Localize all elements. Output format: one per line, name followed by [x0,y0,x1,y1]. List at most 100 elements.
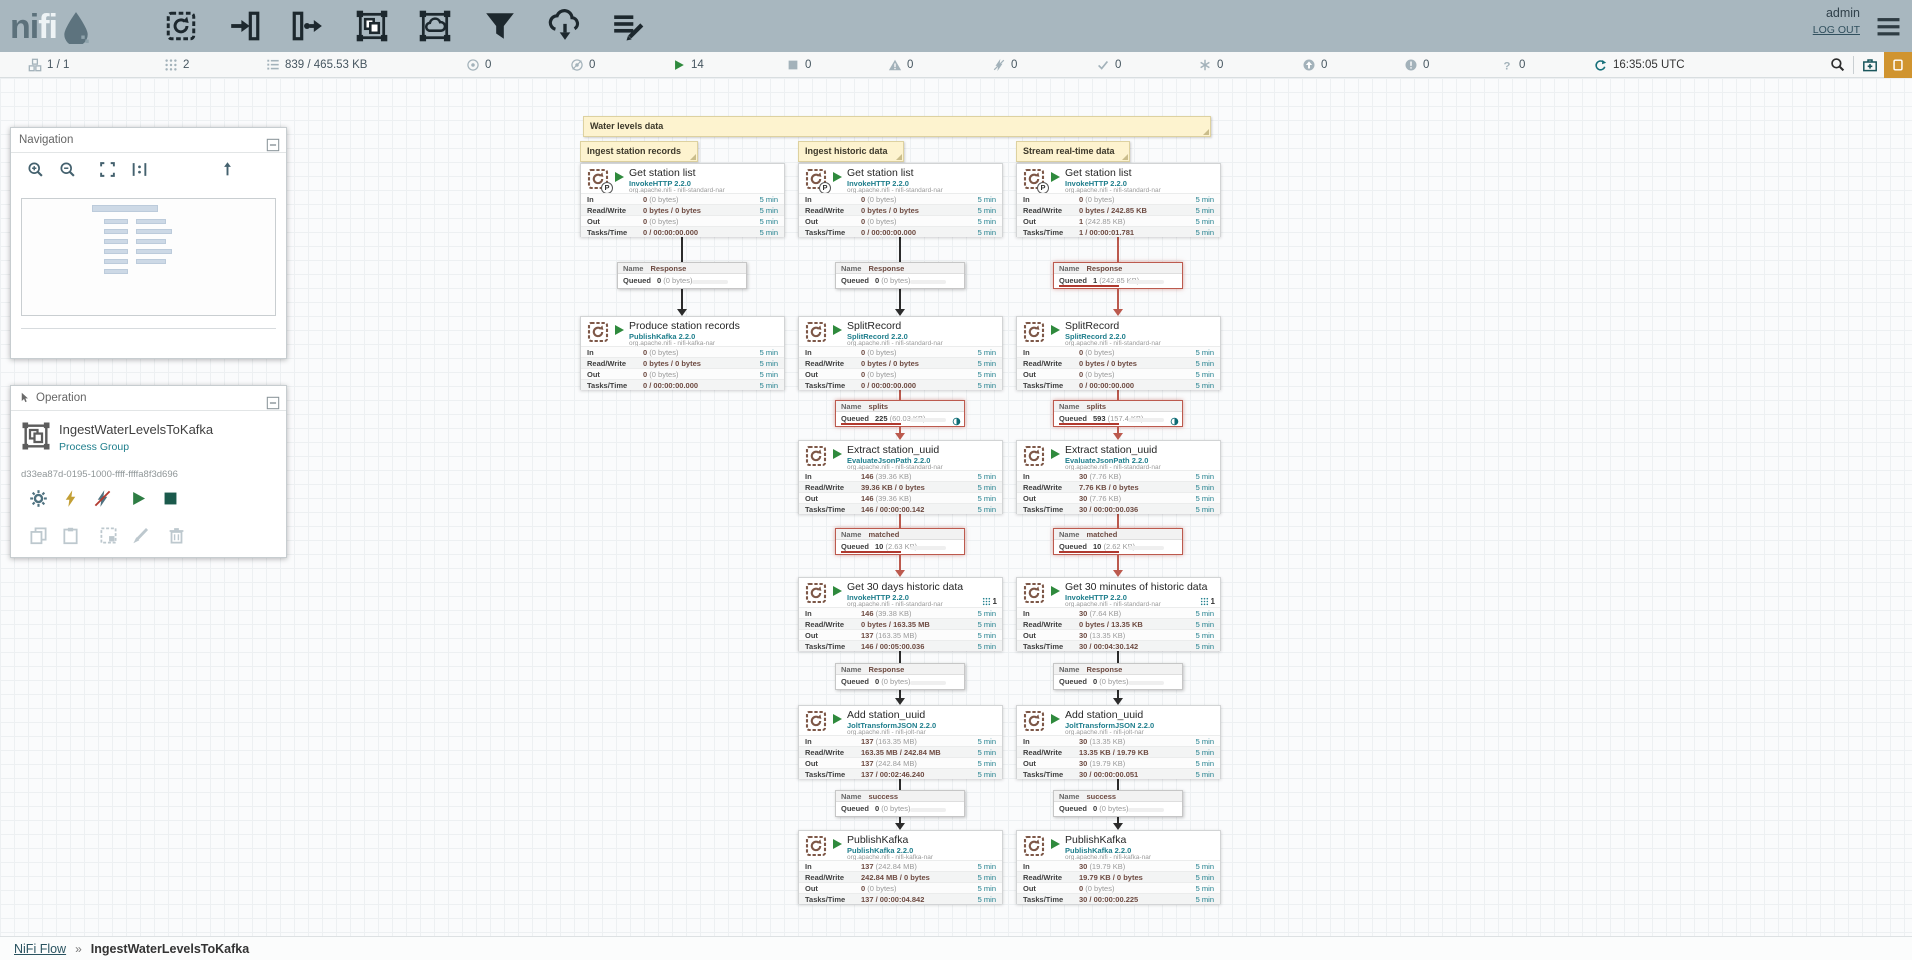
processor-node[interactable]: Extract station_uuid EvaluateJsonPath 2.… [1016,440,1221,514]
connection-label[interactable]: Namematched Queued 10 (2.63 KB) [835,528,965,555]
queued-count: 593 [1093,414,1106,423]
connection-label[interactable]: Namesplits Queued 225 (60.03 KB) [835,400,965,427]
divider [1853,56,1854,74]
zoom-out-button[interactable] [59,161,76,179]
connection-label[interactable]: NameResponse Queued 1 (242.85 KB) [1053,262,1183,289]
queue-capacity-bar [1128,808,1164,812]
processor-stat-row: Out 0 (0 bytes) 5 min [799,215,1002,226]
processor-node[interactable]: P Get station list InvokeHTTP 2.2.0 org.… [1016,163,1221,237]
collapse-navigation-button[interactable] [266,133,280,158]
processor-node[interactable]: Add station_uuid JoltTransformJSON 2.2.0… [1016,705,1221,779]
processor-stat-row: Tasks/Time 1 / 00:00:01.781 5 min [1017,226,1220,237]
processor-stat-row: In 0 (0 bytes) 5 min [799,346,1002,357]
app-header: nifi admin LOG OUT [0,0,1912,52]
status-invalid: 0 [888,52,913,78]
connection-arrowhead [1113,823,1123,830]
paste-button[interactable] [61,526,80,545]
refresh-icon[interactable] [1594,59,1607,72]
toolkit-button[interactable] [1856,52,1884,78]
zoom-fit-button[interactable] [99,161,116,179]
processor-stat-row: In 146 (39.36 KB) 5 min [799,470,1002,481]
status-stale: 0 [1302,52,1327,78]
delete-button[interactable] [167,526,186,545]
toolbar-process-group[interactable] [352,9,392,45]
canvas-label[interactable]: Stream real-time data [1016,141,1130,162]
stop-button[interactable] [161,489,180,508]
processor-node[interactable]: P Get station list InvokeHTTP 2.2.0 org.… [798,163,1003,237]
processor-node[interactable]: Extract station_uuid EvaluateJsonPath 2.… [798,440,1003,514]
new-canvas-button[interactable] [1884,52,1912,78]
zoom-in-button[interactable] [27,161,44,179]
processor-node[interactable]: Produce station records PublishKafka 2.2… [580,316,785,390]
connection-label[interactable]: Namesuccess Queued 0 (0 bytes) [835,790,965,817]
color-button[interactable] [131,526,150,545]
processor-icon [1022,834,1046,858]
connection-label[interactable]: Namematched Queued 10 (2.62 KB) [1053,528,1183,555]
processor-icon [1022,444,1046,468]
disable-all-button[interactable] [93,489,112,508]
processor-node[interactable]: SplitRecord SplitRecord 2.2.0 org.apache… [798,316,1003,390]
funnel-icon [483,9,517,43]
enable-all-button[interactable] [61,489,80,508]
global-menu-button[interactable] [1875,13,1902,40]
collapse-operation-button[interactable] [266,391,280,416]
connection-label[interactable]: NameResponse Queued 0 (0 bytes) [617,262,747,289]
processor-node[interactable]: P Get station list InvokeHTTP 2.2.0 org.… [580,163,785,237]
connection-label[interactable]: NameResponse Queued 0 (0 bytes) [835,262,965,289]
logout-link[interactable]: LOG OUT [1813,24,1860,36]
processor-icon [1022,320,1046,344]
queued-count: 0 [1093,804,1097,813]
queued-size: (0 bytes) [663,276,692,285]
jump-to-button[interactable] [219,161,236,179]
connection-arrowhead [1113,309,1123,316]
processor-stat-row: Read/Write 0 bytes / 13.35 KB 5 min [1017,618,1220,629]
refresh-status[interactable]: 16:35:05 UTC [1594,52,1685,78]
toolbar-template[interactable] [545,9,585,45]
processor-node[interactable]: SplitRecord SplitRecord 2.2.0 org.apache… [1016,316,1221,390]
minimap-node [136,239,166,244]
connection-label[interactable]: Namesplits Queued 593 (157.4 KB) [1053,400,1183,427]
search-button[interactable] [1823,52,1851,78]
processor-stat-row: Out 0 (0 bytes) 5 min [581,215,784,226]
toolbar-remote-process-group[interactable] [415,9,455,45]
toolbar-processor[interactable] [161,9,201,45]
toolbar-input-port[interactable] [225,9,265,45]
processor-node[interactable]: PublishKafka PublishKafka 2.2.0 org.apac… [1016,830,1221,904]
copy-button[interactable] [29,526,48,545]
processor-stamp-icon [1022,709,1046,733]
queued-count: 10 [1093,542,1101,551]
connection-label[interactable]: NameResponse Queued 0 (0 bytes) [1053,663,1183,690]
toolbar-funnel[interactable] [480,9,520,45]
start-button[interactable] [129,489,148,508]
connection-label[interactable]: Namesuccess Queued 0 (0 bytes) [1053,790,1183,817]
running-status-icon [1051,449,1060,459]
stale-icon [1302,58,1316,72]
connection-arrowhead [895,570,905,577]
zoom-actual-button[interactable] [131,161,148,179]
svg-text:?: ? [1504,60,1511,72]
toolbar-output-port[interactable] [287,9,327,45]
canvas-label[interactable]: Water levels data [583,116,1211,137]
navigation-panel-header: Navigation [11,128,286,153]
snippet-button[interactable] [99,526,118,545]
connection-label[interactable]: NameResponse Queued 0 (0 bytes) [835,663,965,690]
processor-node[interactable]: PublishKafka PublishKafka 2.2.0 org.apac… [798,830,1003,904]
canvas-label[interactable]: Ingest station records [580,141,698,162]
configuration-button[interactable] [29,489,48,508]
connection-name: Response [1086,665,1122,674]
breadcrumb-current: IngestWaterLevelsToKafka [91,942,249,956]
minimap-node [92,205,158,212]
status-cluster: 1 / 1 [28,52,69,78]
queue-capacity-bar [692,280,728,284]
toolbar-label[interactable] [608,9,648,45]
template-icon [548,9,582,43]
operation-buttons-primary [21,489,278,511]
status-transmitting: 0 [466,52,491,78]
processor-node[interactable]: Add station_uuid JoltTransformJSON 2.2.0… [798,705,1003,779]
connection-name: Response [650,264,686,273]
canvas-label[interactable]: Ingest historic data [798,141,904,162]
processor-node[interactable]: 1 Get 30 minutes of historic data Invoke… [1016,577,1221,651]
breadcrumb-root[interactable]: NiFi Flow [14,942,66,956]
birdseye-minimap[interactable] [21,198,276,316]
processor-node[interactable]: 1 Get 30 days historic data InvokeHTTP 2… [798,577,1003,651]
